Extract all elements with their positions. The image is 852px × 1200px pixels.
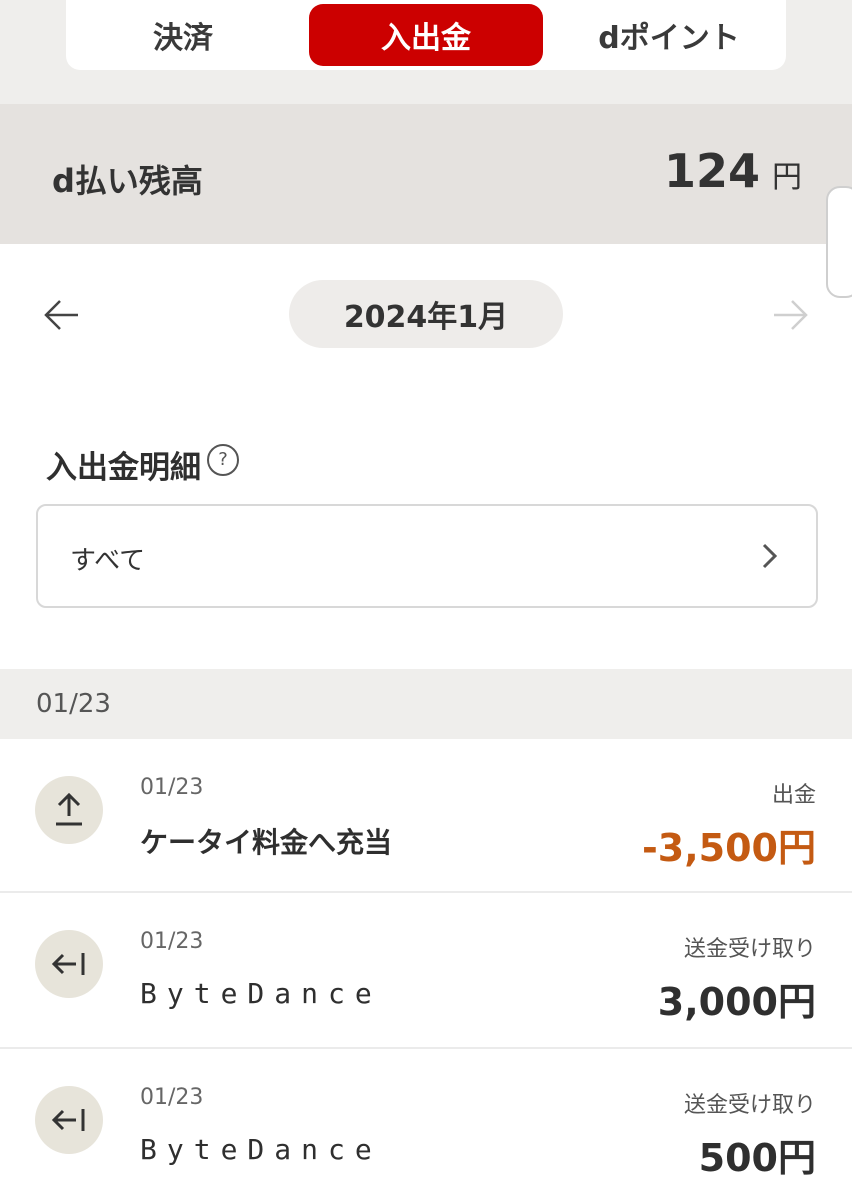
transaction-name: ByteDance: [140, 1133, 382, 1166]
transaction-name: ケータイ料金へ充当: [140, 826, 393, 859]
transaction-row[interactable]: 01/23 ByteDance 送金受け取り 3,000円: [0, 893, 852, 1047]
tab-dpoint[interactable]: dポイント: [552, 4, 786, 66]
balance-panel: d払い残高 124 円: [0, 104, 852, 244]
tab-bar: 決済 入出金 dポイント: [66, 0, 786, 70]
receive-icon: [35, 1086, 103, 1154]
filter-select[interactable]: すべて: [36, 504, 818, 608]
help-icon[interactable]: ?: [207, 444, 239, 476]
transaction-amount: 3,000円: [657, 980, 816, 1024]
transaction-date: 01/23: [140, 1085, 204, 1110]
balance-value: 124: [663, 144, 760, 198]
balance-amount: 124 円: [664, 144, 802, 198]
date-group-label: 01/23: [36, 689, 111, 719]
filter-label: すべて: [70, 546, 146, 576]
transaction-name: ByteDance: [140, 977, 382, 1010]
receive-icon: [35, 930, 103, 998]
date-group-header: 01/23: [0, 669, 852, 739]
transaction-row[interactable]: 01/23 ByteDance 送金受け取り 500円: [0, 1049, 852, 1200]
transaction-amount: -3,500円: [642, 826, 816, 870]
tab-payment[interactable]: 決済: [66, 4, 300, 66]
arrow-left-icon[interactable]: [40, 294, 82, 336]
arrow-right-icon[interactable]: [770, 294, 812, 336]
month-selector[interactable]: 2024年1月: [289, 280, 563, 348]
transaction-type: 送金受け取り: [683, 937, 816, 962]
tab-deposit-withdrawal[interactable]: 入出金: [309, 4, 543, 66]
section-title: 入出金明細: [46, 450, 201, 486]
transaction-amount: 500円: [698, 1136, 816, 1180]
side-scroll-handle[interactable]: [826, 186, 852, 298]
transaction-date: 01/23: [140, 775, 204, 800]
transaction-type: 出金: [771, 783, 816, 808]
transaction-date: 01/23: [140, 929, 204, 954]
chevron-right-icon: [762, 543, 778, 569]
balance-unit: 円: [772, 160, 802, 195]
upload-icon: [35, 776, 103, 844]
transaction-type: 送金受け取り: [683, 1093, 816, 1118]
transaction-row[interactable]: 01/23 ケータイ料金へ充当 出金 -3,500円: [0, 739, 852, 891]
balance-label: d払い残高: [52, 162, 203, 200]
